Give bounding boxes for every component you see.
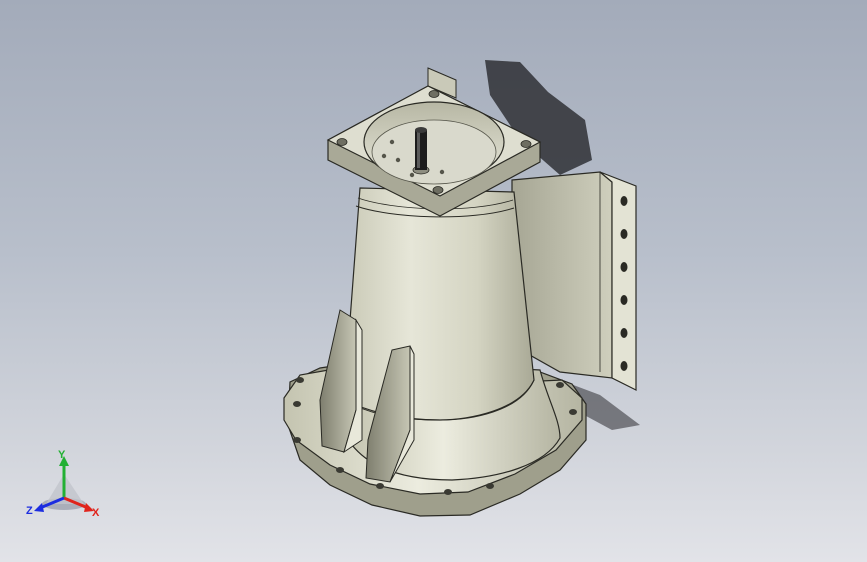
x-axis-label: X	[92, 507, 100, 519]
y-axis-label: Y	[58, 449, 66, 461]
orientation-triad[interactable]: Y X Z	[26, 448, 106, 524]
3d-part-model[interactable]	[0, 0, 867, 562]
conical-body[interactable]	[343, 187, 535, 421]
central-shaft	[412, 127, 430, 175]
graphics-viewport[interactable]: Y X Z	[0, 0, 867, 562]
z-axis-label: Z	[26, 505, 33, 517]
